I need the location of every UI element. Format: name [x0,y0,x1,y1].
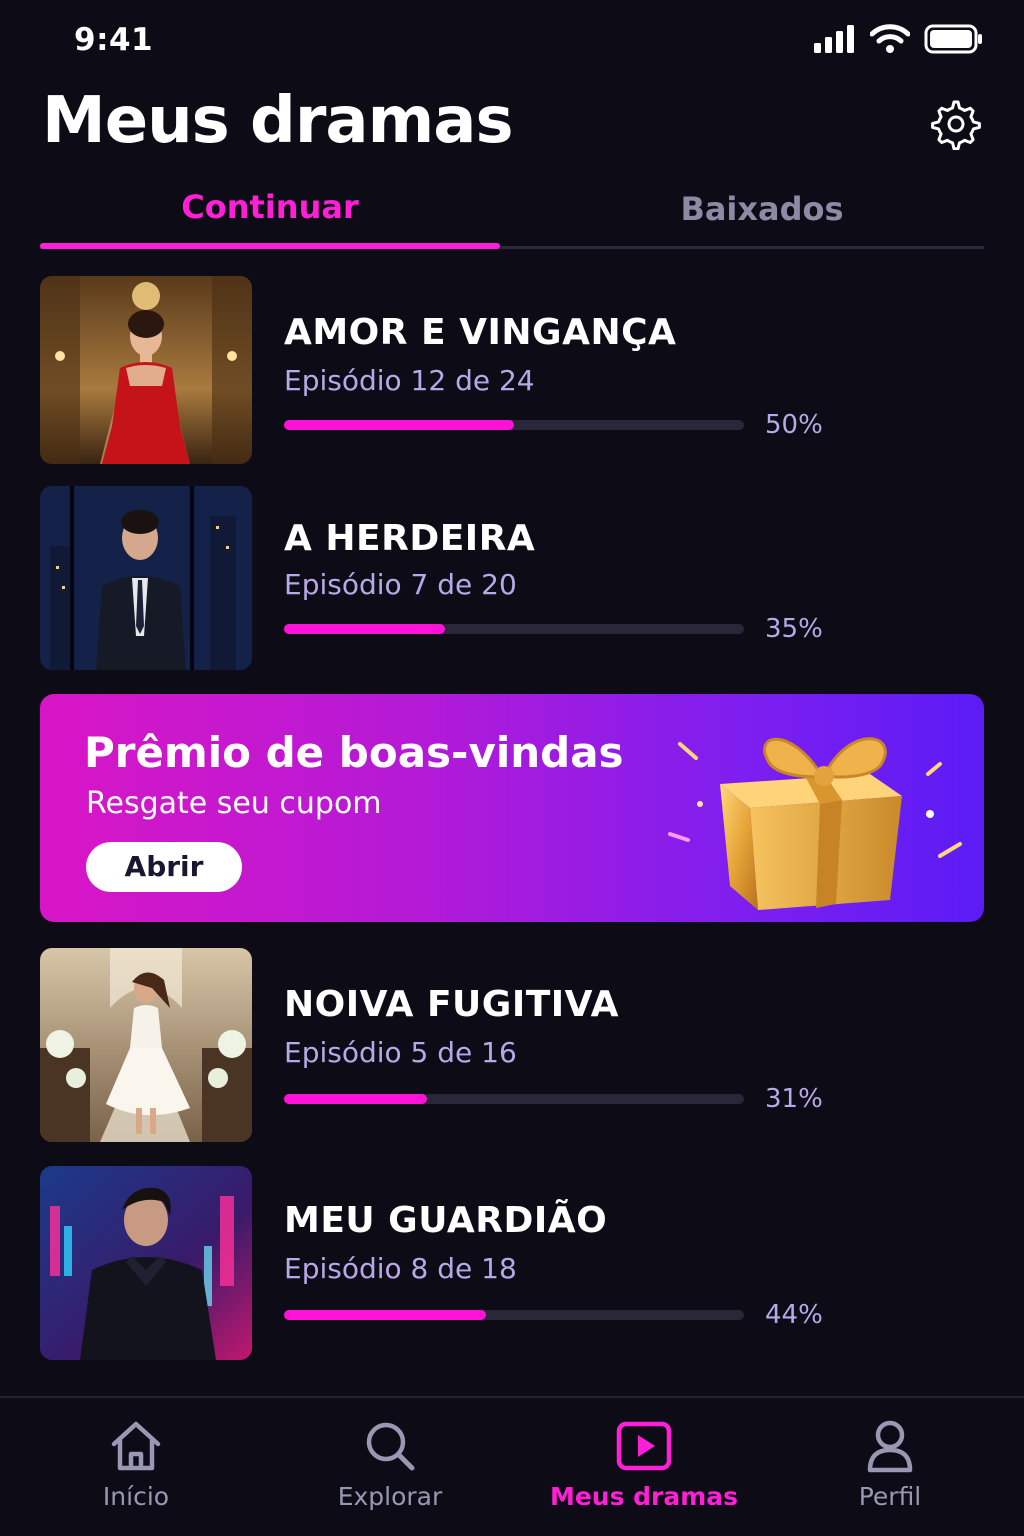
drama-title: MEU GUARDIÃO [284,1200,608,1241]
drama-episode: Episódio 7 de 20 [284,568,517,601]
search-icon [366,1422,415,1471]
progress-bar [284,1310,744,1320]
gift-box-icon [668,737,962,910]
promo-title: Prêmio de boas-vindas [84,728,624,777]
profile-icon [867,1420,913,1473]
gear-icon [931,100,981,151]
status-icons [814,24,984,54]
nav-item-meus-dramas[interactable]: Meus dramas [544,1418,744,1511]
drama-thumbnail[interactable] [40,276,252,464]
battery-icon [924,24,982,54]
drama-thumbnail[interactable] [40,1166,252,1360]
drama-item[interactable]: MEU GUARDIÃO Episódio 8 de 18 44% [40,1166,984,1362]
status-time: 9:41 [74,22,154,58]
tab-bar: Continuar Baixados [40,180,984,250]
progress-fill [284,420,514,430]
nav-item-perfil[interactable]: Perfil [790,1418,990,1511]
progress-fill [284,624,445,634]
status-bar: 9:41 [0,0,1024,80]
neon-city-man-image [40,1166,252,1360]
nav-label: Meus dramas [549,1482,739,1511]
ballroom-woman-image [40,276,252,464]
drama-thumbnail[interactable] [40,486,252,670]
drama-episode: Episódio 12 de 24 [284,364,535,397]
progress-percent: 50% [765,410,823,440]
nav-item-explorar[interactable]: Explorar [290,1418,490,1511]
drama-item[interactable]: NOIVA FUGITIVA Episódio 5 de 16 31% [40,948,984,1144]
city-man-image [40,486,252,670]
progress-percent: 35% [765,614,823,644]
play-icon [616,1421,672,1471]
drama-title: A HERDEIRA [284,518,536,559]
progress-bar [284,624,744,634]
promo-subtitle: Resgate seu cupom [86,786,382,821]
progress-bar [284,420,744,430]
church-bride-image [40,948,252,1142]
drama-title: NOIVA FUGITIVA [284,984,619,1025]
progress-bar [284,1094,744,1104]
wifi-icon [870,24,910,53]
nav-label: Perfil [858,1482,922,1511]
nav-label: Explorar [337,1482,443,1511]
progress-fill [284,1094,427,1104]
home-icon [111,1421,161,1471]
drama-episode: Episódio 5 de 16 [284,1036,517,1069]
page-title: Meus dramas [42,84,514,158]
tab-continuar[interactable]: Continuar [40,188,500,238]
welcome-reward-banner[interactable]: Prêmio de boas-vindas Resgate seu cupom … [40,694,984,922]
drama-thumbnail[interactable] [40,948,252,1142]
drama-item[interactable]: AMOR E VINGANÇA Episódio 12 de 24 50% [40,276,984,466]
progress-percent: 31% [765,1084,823,1114]
drama-item[interactable]: A HERDEIRA Episódio 7 de 20 35% [40,486,984,672]
tab-baixados[interactable]: Baixados [530,190,994,240]
settings-button[interactable] [930,98,982,151]
open-button[interactable]: Abrir [86,842,242,892]
progress-fill [284,1310,487,1320]
progress-percent: 44% [765,1300,823,1330]
bottom-nav: Início Explorar Meus dramas Perfil [0,1396,1024,1536]
nav-label: Início [102,1482,170,1511]
nav-item-inicio[interactable]: Início [36,1418,236,1511]
tab-active-indicator [40,243,500,249]
signal-icon [814,25,854,53]
drama-episode: Episódio 8 de 18 [284,1252,517,1285]
drama-title: AMOR E VINGANÇA [284,312,677,353]
